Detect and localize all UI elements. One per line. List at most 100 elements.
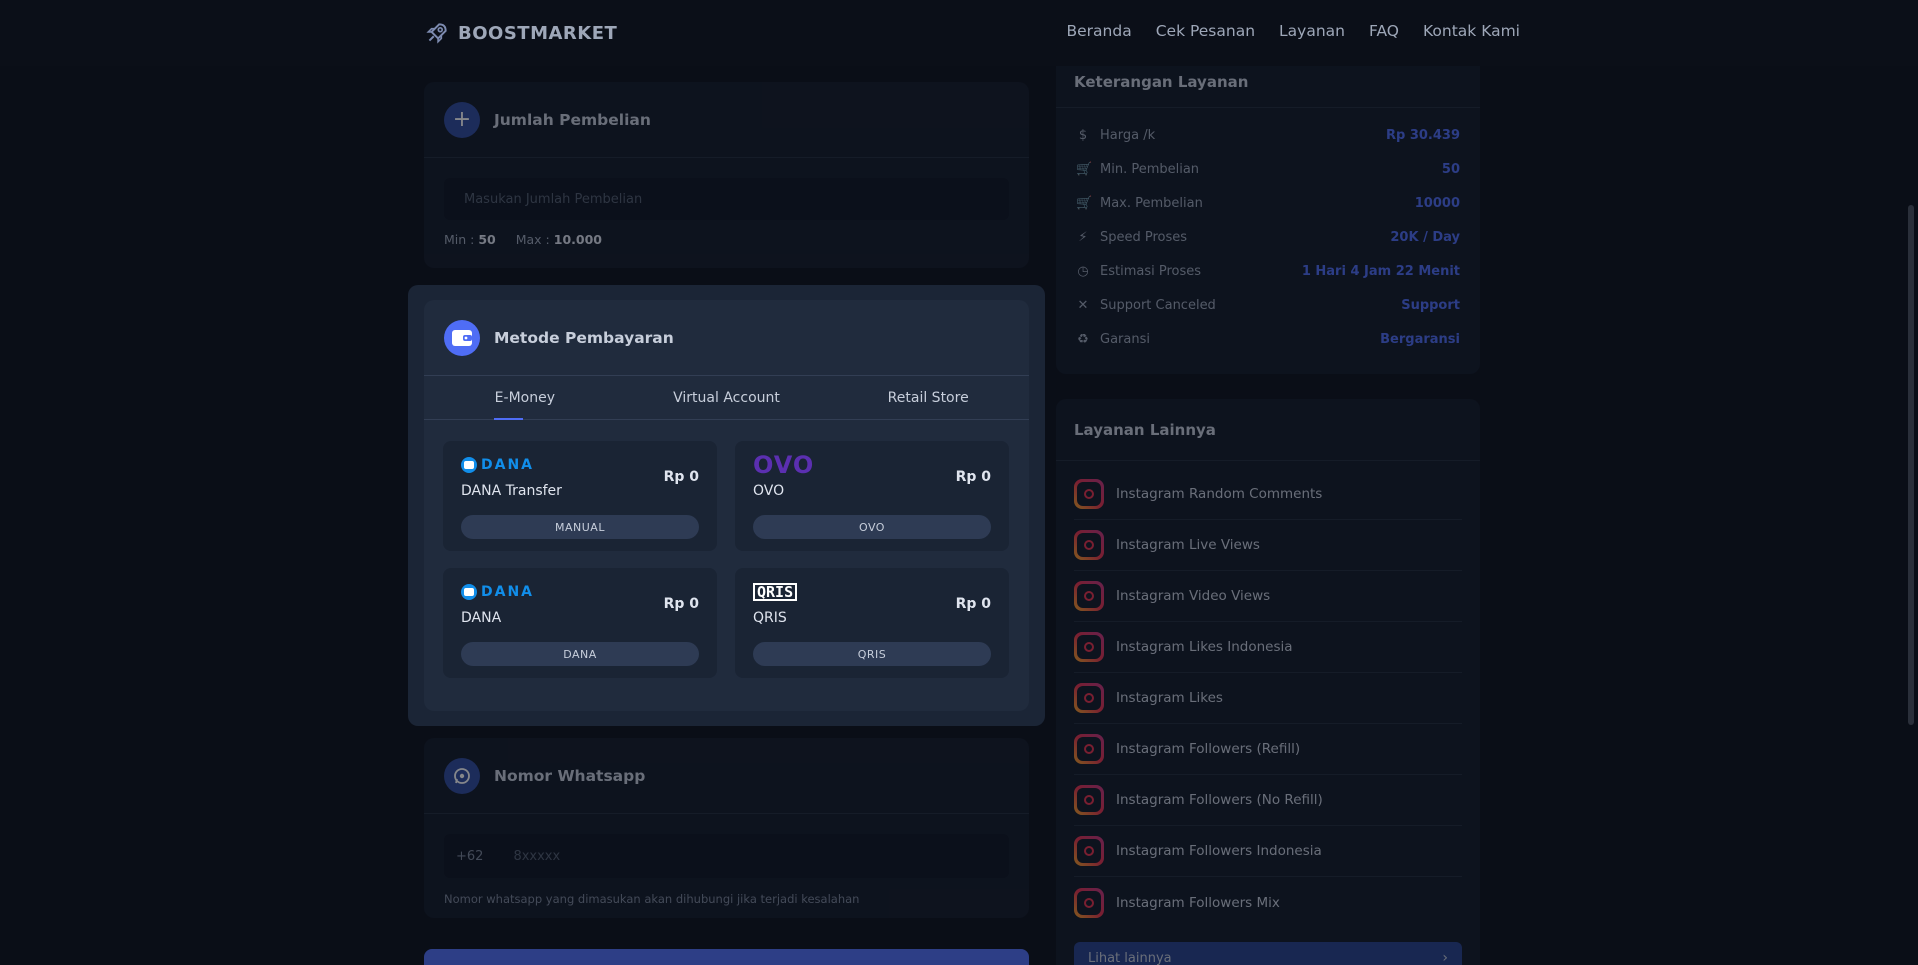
info-max: 🛒 Max. Pembelian 10000 xyxy=(1076,195,1460,211)
whatsapp-title: Nomor Whatsapp xyxy=(494,766,646,785)
service-item[interactable]: Instagram Followers (Refill) xyxy=(1074,724,1462,775)
max-label: Max : xyxy=(515,232,550,247)
payment-card: Metode Pembayaran E-Money Virtual Accoun… xyxy=(424,300,1029,711)
info-garansi: ♻ Garansi Bergaransi xyxy=(1077,331,1460,347)
service-item[interactable]: Instagram Followers Mix xyxy=(1074,877,1462,928)
max-value: 10.000 xyxy=(553,232,602,247)
instagram-icon xyxy=(1074,479,1104,509)
method-ovo[interactable]: OVO OVO Rp 0 OVO xyxy=(735,441,1009,551)
instagram-icon xyxy=(1074,632,1104,662)
dana-logo: DANA xyxy=(461,582,534,602)
payment-title: Metode Pembayaran xyxy=(494,328,674,347)
submit-button[interactable] xyxy=(424,949,1029,965)
recycle-icon: ♻ xyxy=(1077,331,1089,347)
service-list: Instagram Random Comments Instagram Live… xyxy=(1056,461,1480,928)
method-name: DANA xyxy=(461,610,502,626)
cart-icon: 🛒 xyxy=(1076,161,1093,177)
ovo-logo: OVO xyxy=(753,451,815,479)
jumlah-card: + Jumlah Pembelian Masukan Jumlah Pembel… xyxy=(424,82,1029,268)
nav-beranda[interactable]: Beranda xyxy=(1067,22,1132,40)
method-qris[interactable]: QRIS QRIS Rp 0 QRIS xyxy=(735,568,1009,678)
cart-icon: 🛒 xyxy=(1076,195,1093,211)
nav-faq[interactable]: FAQ xyxy=(1369,22,1399,40)
nav-kontak-kami[interactable]: Kontak Kami xyxy=(1423,22,1520,40)
instagram-icon xyxy=(1074,836,1104,866)
rocket-icon xyxy=(426,23,447,44)
jumlah-placeholder: Masukan Jumlah Pembelian xyxy=(464,191,643,207)
tab-e-money[interactable]: E-Money xyxy=(424,376,626,419)
min-value: 50 xyxy=(478,232,496,247)
page-scrollbar[interactable] xyxy=(1908,205,1914,725)
service-item[interactable]: Instagram Video Views xyxy=(1074,571,1462,622)
lainnya-card: Layanan Lainnya Instagram Random Comment… xyxy=(1056,399,1480,965)
service-item[interactable]: Instagram Followers Indonesia xyxy=(1074,826,1462,877)
method-tag: OVO xyxy=(753,515,991,539)
method-tag: DANA xyxy=(461,642,699,666)
instagram-icon xyxy=(1074,581,1104,611)
dana-logo: DANA xyxy=(461,455,534,475)
whatsapp-icon xyxy=(444,757,480,794)
whatsapp-hint: Nomor whatsapp yang dimasukan akan dihub… xyxy=(444,892,860,906)
method-price: Rp 0 xyxy=(955,469,991,485)
active-tab-indicator xyxy=(494,418,523,420)
service-item[interactable]: Instagram Live Views xyxy=(1074,520,1462,571)
service-item[interactable]: Instagram Likes Indonesia xyxy=(1074,622,1462,673)
method-name: OVO xyxy=(753,483,785,499)
lainnya-header: Layanan Lainnya xyxy=(1056,399,1480,461)
keterangan-list: $ Harga /k Rp 30.439 🛒 Min. Pembelian 50 🛒 Ma… xyxy=(1056,108,1480,356)
service-item[interactable]: Instagram Followers (No Refill) xyxy=(1074,775,1462,826)
see-more-button[interactable]: Lihat lainnya › xyxy=(1074,942,1462,965)
service-item[interactable]: Instagram Likes xyxy=(1074,673,1462,724)
payment-header: Metode Pembayaran xyxy=(424,300,1029,376)
jumlah-header: + Jumlah Pembelian xyxy=(424,82,1029,158)
brand-name: BOOSTMARKET xyxy=(458,22,618,44)
bolt-icon: ⚡ xyxy=(1078,229,1088,245)
method-price: Rp 0 xyxy=(955,596,991,612)
method-dana[interactable]: DANA DANA Rp 0 DANA xyxy=(443,568,717,678)
instagram-icon xyxy=(1074,785,1104,815)
lainnya-title: Layanan Lainnya xyxy=(1074,420,1216,439)
phone-placeholder: 8xxxxx xyxy=(513,848,561,864)
info-min: 🛒 Min. Pembelian 50 xyxy=(1076,161,1460,177)
clock-icon: ◷ xyxy=(1077,263,1089,279)
tab-virtual-account[interactable]: Virtual Account xyxy=(626,376,828,419)
method-name: DANA Transfer xyxy=(461,483,562,499)
phone-prefix: +62 xyxy=(456,848,484,864)
plus-icon: + xyxy=(444,101,480,138)
tab-retail-store[interactable]: Retail Store xyxy=(827,376,1029,419)
info-cancel: ✕ Support Canceled Support xyxy=(1077,297,1460,313)
instagram-icon xyxy=(1074,734,1104,764)
brand-logo[interactable]: BOOSTMARKET xyxy=(424,20,617,46)
whatsapp-header: Nomor Whatsapp xyxy=(424,738,1029,814)
payment-tabs: E-Money Virtual Account Retail Store xyxy=(424,376,1029,420)
instagram-icon xyxy=(1074,887,1104,918)
instagram-icon xyxy=(1074,530,1104,560)
info-harga: $ Harga /k Rp 30.439 xyxy=(1056,118,1480,152)
nav-cek-pesanan[interactable]: Cek Pesanan xyxy=(1156,22,1255,40)
qris-logo: QRIS xyxy=(753,582,798,602)
keterangan-title: Keterangan Layanan xyxy=(1074,72,1249,91)
nav-layanan[interactable]: Layanan xyxy=(1279,22,1345,40)
method-tag: QRIS xyxy=(753,642,991,666)
close-icon: ✕ xyxy=(1077,297,1089,313)
info-speed: ⚡ Speed Proses 20K / Day xyxy=(1056,220,1480,254)
method-price: Rp 0 xyxy=(663,469,699,485)
info-estimasi: ◷ Estimasi Proses 1 Hari 4 Jam 22 Menit xyxy=(1077,263,1460,279)
whatsapp-card: Nomor Whatsapp +62 8xxxxx Nomor whatsapp… xyxy=(424,738,1029,918)
jumlah-input[interactable]: Masukan Jumlah Pembelian xyxy=(444,178,1009,220)
whatsapp-input[interactable]: +62 8xxxxx xyxy=(444,834,1009,878)
min-label: Min : xyxy=(444,232,475,247)
main-nav: Beranda Cek Pesanan Layanan FAQ Kontak K… xyxy=(1067,22,1520,40)
chevron-right-icon: › xyxy=(1442,950,1448,965)
method-dana-transfer[interactable]: DANA DANA Transfer Rp 0 MANUAL xyxy=(443,441,717,551)
instagram-icon xyxy=(1074,683,1104,713)
payment-section: Metode Pembayaran E-Money Virtual Accoun… xyxy=(408,285,1045,726)
method-price: Rp 0 xyxy=(663,596,699,612)
method-tag: MANUAL xyxy=(461,515,699,539)
jumlah-title: Jumlah Pembelian xyxy=(494,110,651,129)
wallet-icon xyxy=(444,319,480,356)
service-item[interactable]: Instagram Random Comments xyxy=(1074,469,1462,520)
keterangan-card: Keterangan Layanan $ Harga /k Rp 30.439 🛒 M… xyxy=(1056,56,1480,374)
see-more-label: Lihat lainnya xyxy=(1088,950,1172,965)
method-name: QRIS xyxy=(753,610,787,626)
